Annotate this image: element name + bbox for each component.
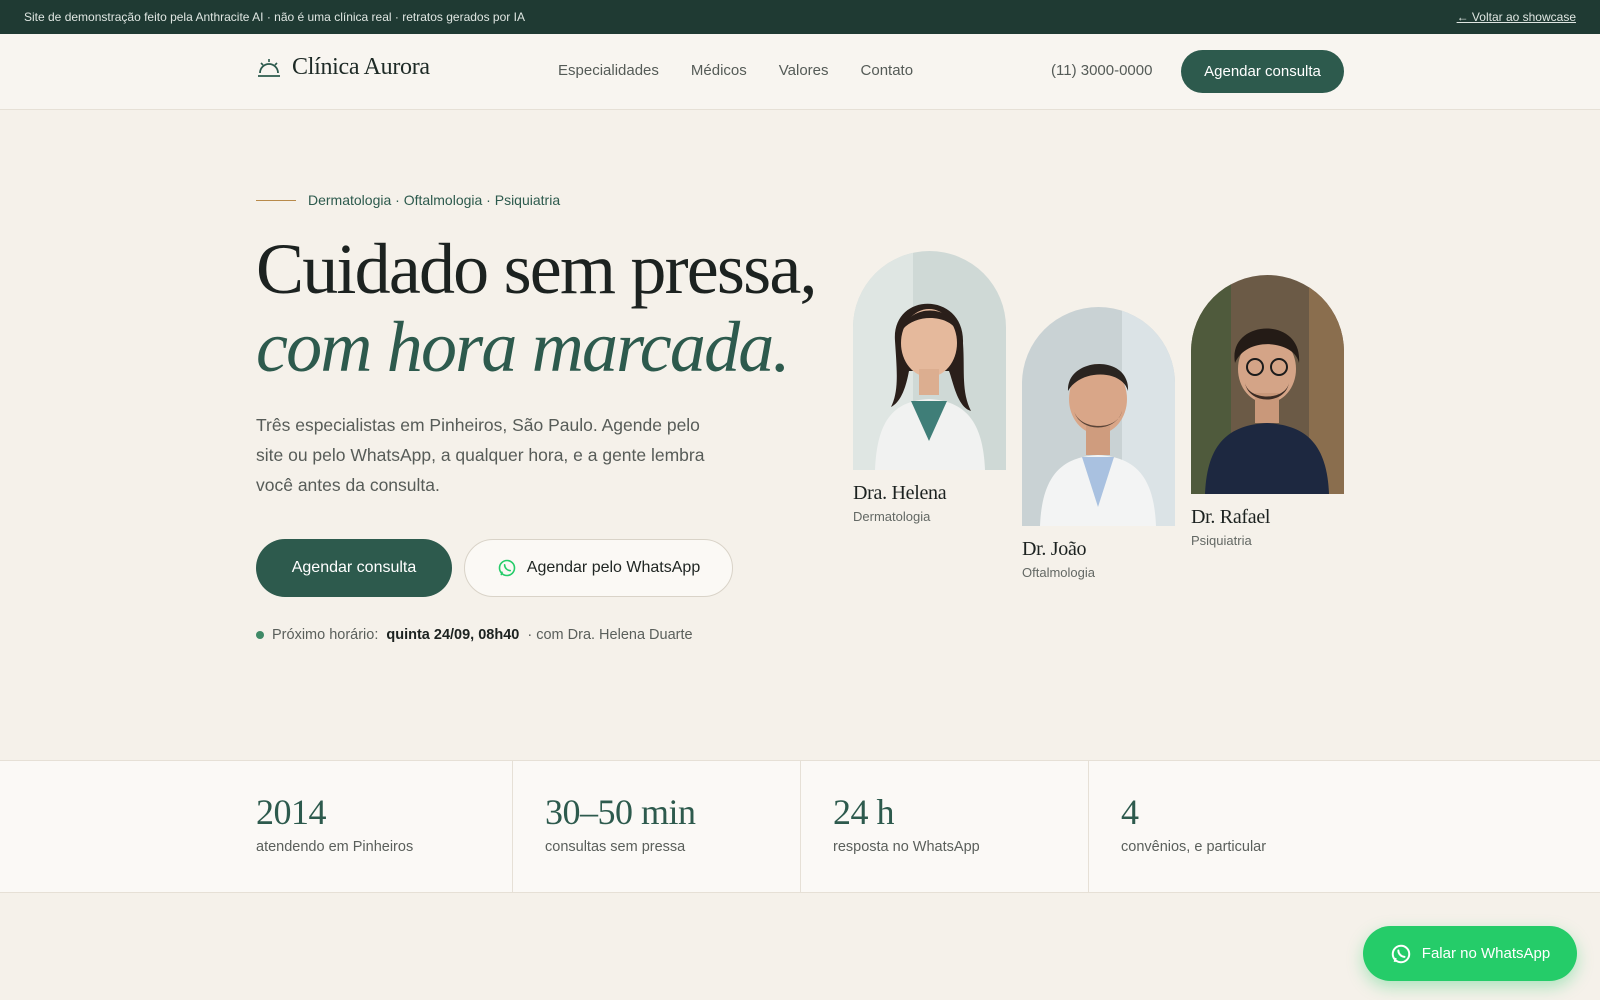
doctor-portrait-joao (1022, 307, 1175, 526)
stat-label: convênios, e particular (1121, 839, 1267, 855)
doctor-name-helena: Dra. Helena (853, 482, 947, 504)
specialties-eyebrow: Dermatologia · Oftalmologia · Psiquiatri… (256, 192, 560, 208)
doctor-name-joao: Dr. João (1022, 538, 1087, 560)
doctor-card-rafael[interactable]: Dr. Rafael Psiquiatria (1191, 275, 1344, 548)
stat-duration: 30–50 min consultas sem pressa (512, 761, 800, 892)
stat-label: atendendo em Pinheiros (256, 839, 414, 855)
eyebrow-divider (256, 199, 296, 201)
nav-medicos[interactable]: Médicos (691, 62, 747, 79)
stat-value: 24 h (833, 792, 895, 832)
stat-value: 2014 (256, 792, 327, 832)
hero-title-line2: com hora marcada. (256, 307, 790, 387)
whatsapp-float-button[interactable]: Falar no WhatsApp (1363, 926, 1577, 981)
sunrise-icon (258, 58, 280, 77)
book-appointment-button[interactable]: Agendar consulta (256, 539, 452, 597)
hero-title: Cuidado sem pressa, com hora marcada. (256, 229, 818, 387)
site-header: Clínica Aurora Especialidades Médicos Va… (0, 34, 1600, 110)
stat-value: 30–50 min (545, 792, 696, 832)
doctor-specialty-rafael: Psiquiatria (1191, 533, 1252, 548)
stat-label: resposta no WhatsApp (833, 839, 980, 855)
doctor-portrait-rafael (1191, 275, 1344, 494)
stat-label: consultas sem pressa (545, 839, 686, 855)
next-slot: Próximo horário: quinta 24/09, 08h40 · c… (256, 627, 693, 643)
back-to-showcase-link[interactable]: ← Voltar ao showcase (1457, 10, 1576, 24)
doctor-specialty-helena: Dermatologia (853, 509, 931, 524)
demo-notice: Site de demonstração feito pela Anthraci… (24, 10, 525, 24)
doctor-card-helena[interactable]: Dra. Helena Dermatologia (853, 251, 1006, 524)
whatsapp-icon (1391, 944, 1411, 963)
doctor-name-rafael: Dr. Rafael (1191, 506, 1271, 528)
next-slot-label: Próximo horário: (272, 627, 379, 643)
demo-banner: Site de demonstração feito pela Anthraci… (0, 0, 1600, 34)
phone-link[interactable]: (11) 3000-0000 (1051, 62, 1152, 79)
nav-especialidades[interactable]: Especialidades (558, 62, 659, 79)
doctor-specialty-joao: Oftalmologia (1022, 565, 1095, 580)
next-slot-time: quinta 24/09, 08h40 (386, 627, 520, 643)
hero-title-line1: Cuidado sem pressa, (256, 229, 818, 309)
stat-insurance: 4 convênios, e particular (1088, 761, 1600, 892)
nav-valores[interactable]: Valores (779, 62, 829, 79)
header-book-button[interactable]: Agendar consulta (1181, 50, 1344, 93)
logo-text: Clínica Aurora (292, 54, 430, 80)
stat-founded: 2014 atendendo em Pinheiros (0, 761, 512, 892)
main-nav: Especialidades Médicos Valores Contato (558, 62, 913, 79)
logo[interactable]: Clínica Aurora (256, 54, 430, 81)
doctor-card-joao[interactable]: Dr. João Oftalmologia (1022, 307, 1175, 580)
next-slot-doctor: · com Dra. Helena Duarte (527, 627, 693, 643)
nav-contato[interactable]: Contato (861, 62, 914, 79)
availability-dot (256, 631, 264, 639)
eyebrow-text: Dermatologia · Oftalmologia · Psiquiatri… (308, 192, 561, 208)
stat-value: 4 (1121, 792, 1139, 832)
whatsapp-float-label: Falar no WhatsApp (1421, 945, 1551, 962)
hero-lead: Três especialistas em Pinheiros, São Pau… (256, 415, 705, 495)
whatsapp-book-label: Agendar pelo WhatsApp (526, 559, 701, 576)
whatsapp-book-button[interactable]: Agendar pelo WhatsApp (464, 539, 733, 597)
doctor-portrait-helena (853, 251, 1006, 470)
stat-response: 24 h resposta no WhatsApp (800, 761, 1088, 892)
stats-strip: 2014 atendendo em Pinheiros 30–50 min co… (0, 760, 1600, 893)
whatsapp-icon (498, 559, 516, 577)
